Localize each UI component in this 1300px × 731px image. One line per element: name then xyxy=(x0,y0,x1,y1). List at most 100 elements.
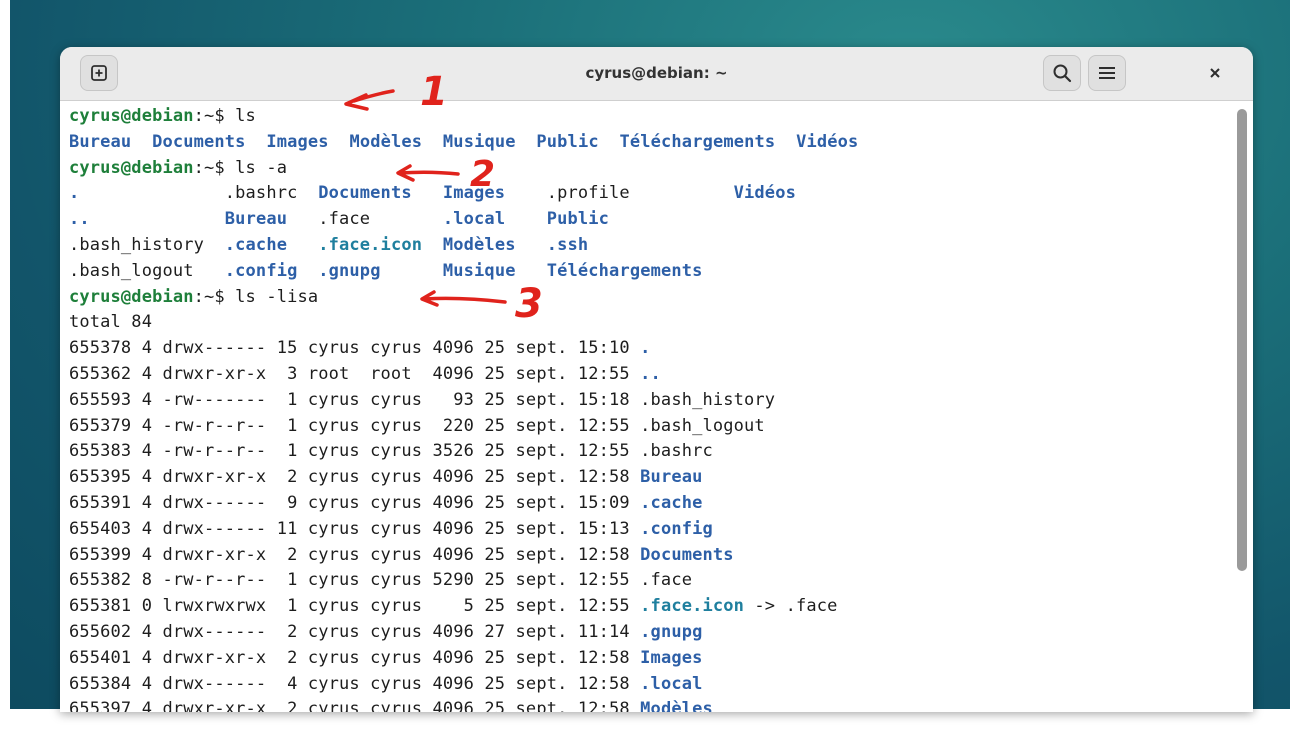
terminal-line: .bash_history .cache .face.icon Modèles … xyxy=(69,233,858,259)
terminal-text: 655391 4 drwx------ 9 cyrus cyrus 4096 2… xyxy=(69,492,641,513)
directory-name: .ssh xyxy=(546,234,589,255)
terminal-line: 655593 4 -rw------- 1 cyrus cyrus 93 25 … xyxy=(69,388,858,414)
terminal-line: 655397 4 drwxr-xr-x 2 cyrus cyrus 4096 2… xyxy=(69,697,858,712)
prompt-user-host: cyrus@debian xyxy=(69,106,194,126)
main-menu-button[interactable] xyxy=(1088,55,1126,91)
directory-name: . xyxy=(640,338,651,359)
terminal-output[interactable]: cyrus@debian:~$ ls Bureau Documents Image… xyxy=(60,101,1230,712)
terminal-text: 655399 4 drwxr-xr-x 2 cyrus cyrus 4096 2… xyxy=(69,544,641,565)
terminal-text: 655602 4 drwx------ 2 cyrus cyrus 4096 2… xyxy=(69,621,641,642)
terminal-text: 655383 4 -rw-r--r-- 1 cyrus cyrus 3526 2… xyxy=(69,441,713,462)
terminal-text: :~$ ls -lisa xyxy=(193,286,319,307)
terminal-text: 655362 4 drwxr-xr-x 3 root root 4096 25 … xyxy=(69,363,641,384)
directory-name: .config xyxy=(224,260,298,281)
terminal-line: 655602 4 drwx------ 2 cyrus cyrus 4096 2… xyxy=(69,620,858,646)
directory-name: Bureau xyxy=(224,209,288,230)
terminal-text: 655397 4 drwxr-xr-x 2 cyrus cyrus 4096 2… xyxy=(69,699,641,712)
directory-name: Images xyxy=(640,647,703,668)
directory-name: Modèles xyxy=(349,131,423,152)
directory-name: Documents xyxy=(318,183,412,204)
screen-border-bottom xyxy=(0,709,1300,731)
directory-name: Téléchargements xyxy=(619,131,776,152)
terminal-text: .face xyxy=(287,209,443,230)
symlink-name: .face.icon xyxy=(640,596,745,617)
search-icon xyxy=(1053,64,1072,83)
directory-name: Images xyxy=(442,183,506,204)
directory-name: Musique xyxy=(442,131,516,152)
terminal-text: 655384 4 drwx------ 4 cyrus cyrus 4096 2… xyxy=(69,673,641,694)
terminal-line: 655403 4 drwx------ 11 cyrus cyrus 4096 … xyxy=(69,517,858,543)
directory-name: .cache xyxy=(224,234,288,255)
terminal-text: .bash_history xyxy=(69,234,225,255)
close-button[interactable] xyxy=(1197,55,1233,91)
terminal-text: 655381 0 lrwxrwxrwx 1 cyrus cyrus 5 25 s… xyxy=(69,596,641,617)
terminal-text: 655593 4 -rw------- 1 cyrus cyrus 93 25 … xyxy=(69,389,776,410)
new-tab-button[interactable] xyxy=(80,55,118,91)
terminal-text: 655401 4 drwxr-xr-x 2 cyrus cyrus 4096 2… xyxy=(69,647,641,668)
directory-name: Documents xyxy=(152,131,246,152)
terminal-line: 655399 4 drwxr-xr-x 2 cyrus cyrus 4096 2… xyxy=(69,543,858,569)
terminal-line: . .bashrc Documents Images .profile Vidé… xyxy=(69,181,858,207)
directory-name: .config xyxy=(640,518,713,539)
terminal-text: total 84 xyxy=(69,312,153,333)
terminal-text: 655403 4 drwx------ 11 cyrus cyrus 4096 … xyxy=(69,518,641,539)
screen-border-left xyxy=(0,0,10,731)
directory-name: .. xyxy=(69,209,90,230)
terminal-text: 655395 4 drwxr-xr-x 2 cyrus cyrus 4096 2… xyxy=(69,467,641,488)
search-button[interactable] xyxy=(1043,55,1081,91)
scrollbar-thumb[interactable] xyxy=(1237,109,1247,571)
new-tab-icon xyxy=(91,65,107,81)
directory-name: Téléchargements xyxy=(546,260,703,281)
terminal-text: .bash_logout xyxy=(69,260,225,281)
directory-name: Public xyxy=(546,209,610,230)
terminal-text: 655379 4 -rw-r--r-- 1 cyrus cyrus 220 25… xyxy=(69,415,765,436)
terminal-line: 655362 4 drwxr-xr-x 3 root root 4096 25 … xyxy=(69,362,858,388)
directory-name: .gnupg xyxy=(318,260,381,281)
terminal-text: -> .face xyxy=(744,596,838,617)
terminal-text: 655378 4 drwx------ 15 cyrus cyrus 4096 … xyxy=(69,338,641,359)
prompt-user-host: cyrus@debian xyxy=(69,157,194,178)
terminal-text: .bashrc xyxy=(79,183,319,204)
directory-name: Vidéos xyxy=(796,131,859,152)
screen-border-right xyxy=(1290,0,1300,731)
headerbar: cyrus@debian: ~ xyxy=(60,47,1253,101)
directory-name: Images xyxy=(266,131,329,152)
directory-name: . xyxy=(69,183,80,204)
terminal-line: 655383 4 -rw-r--r-- 1 cyrus cyrus 3526 2… xyxy=(69,439,858,465)
prompt-user-host: cyrus@debian xyxy=(69,286,194,307)
directory-name: Documents xyxy=(640,544,734,565)
directory-name: .cache xyxy=(640,492,703,513)
directory-name: Vidéos xyxy=(733,183,796,204)
terminal-line: 655384 4 drwx------ 4 cyrus cyrus 4096 2… xyxy=(69,672,858,698)
directory-name: .local xyxy=(640,673,703,694)
terminal-line: .. Bureau .face .local Public xyxy=(69,207,858,233)
terminal-window: cyrus@debian: ~ cyrus@debian:~$ ls Bureau… xyxy=(60,47,1253,712)
close-icon xyxy=(1210,68,1220,78)
terminal-lines: cyrus@debian:~$ ls Bureau Documents Image… xyxy=(69,104,858,712)
terminal-line: Bureau Documents Images Modèles Musique … xyxy=(69,130,858,156)
directory-name: .gnupg xyxy=(640,621,703,642)
terminal-line: 655401 4 drwxr-xr-x 2 cyrus cyrus 4096 2… xyxy=(69,646,858,672)
terminal-line: cyrus@debian:~$ ls -a xyxy=(69,156,858,182)
terminal-line: cyrus@debian:~$ ls xyxy=(69,104,858,130)
directory-name: Modèles xyxy=(640,699,713,712)
terminal-line: 655395 4 drwxr-xr-x 2 cyrus cyrus 4096 2… xyxy=(69,465,858,491)
directory-name: Bureau xyxy=(640,467,703,488)
terminal-text: :~$ ls xyxy=(193,106,256,126)
directory-name: .. xyxy=(640,363,661,384)
directory-name: Bureau xyxy=(69,131,132,152)
directory-name: .local xyxy=(442,209,506,230)
terminal-line: 655391 4 drwx------ 9 cyrus cyrus 4096 2… xyxy=(69,491,858,517)
scrollbar[interactable] xyxy=(1230,101,1253,712)
terminal-line: .bash_logout .config .gnupg Musique Télé… xyxy=(69,259,858,285)
